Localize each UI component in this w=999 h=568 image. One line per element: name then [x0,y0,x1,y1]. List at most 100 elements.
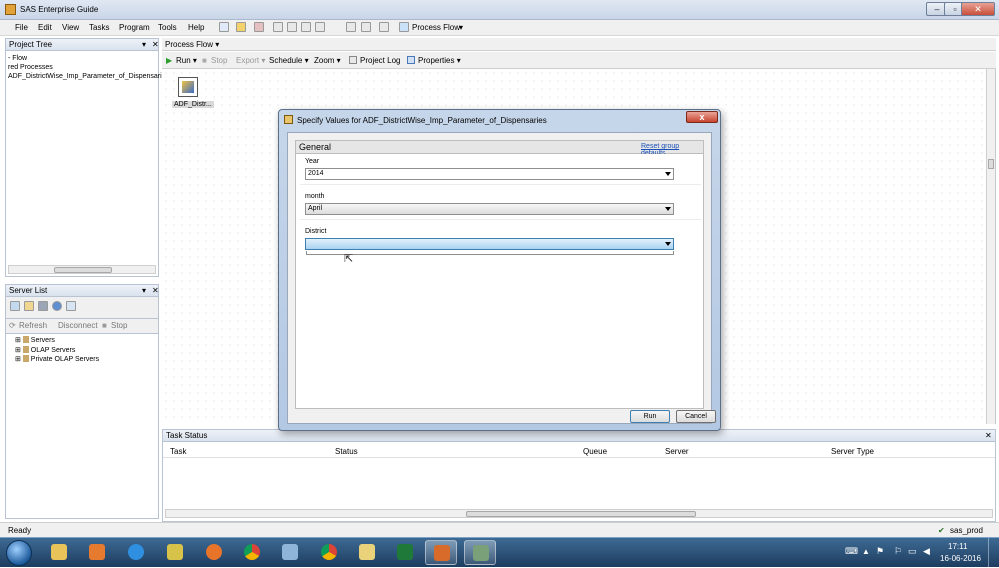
server-actions: ⟳ Refresh Disconnect ■ Stop [5,319,159,333]
district-combo[interactable] [305,238,674,250]
schedule-button[interactable]: Schedule ▾ [269,56,309,65]
menu-view[interactable]: View [62,23,79,32]
menu-program[interactable]: Program [119,23,150,32]
panel-close-icon[interactable]: ✕ [152,285,159,296]
undo-icon[interactable] [346,22,356,32]
column-task[interactable]: Task [170,447,186,456]
folder-icon[interactable] [24,301,34,311]
zoom-button[interactable]: Zoom ▾ [314,56,341,65]
column-status[interactable]: Status [335,447,358,456]
taskbar-sas-eg[interactable] [464,540,496,565]
chrome-icon [244,544,260,560]
server-icon[interactable] [10,301,20,311]
menu-file[interactable]: File [15,23,28,32]
start-button[interactable] [6,540,32,566]
taskbar-app7[interactable] [274,540,306,565]
menu-help[interactable]: Help [188,23,204,32]
copy-icon[interactable] [287,22,297,32]
refresh-button[interactable]: Refresh [19,321,47,330]
server-status-label[interactable]: sas_prod [950,526,983,535]
program-node-icon[interactable] [178,77,198,97]
chevron-down-icon[interactable]: ▾ [459,23,463,32]
globe-icon[interactable] [52,301,62,311]
taskbar-chrome2[interactable] [313,540,345,565]
scroll-thumb[interactable] [466,511,696,517]
taskbar-media[interactable] [81,540,113,565]
run-button[interactable]: Run ▾ [176,56,197,65]
volume-icon[interactable]: ◀ [923,546,930,557]
expand-icon[interactable]: ⊞ [15,347,21,354]
disconnect-button[interactable]: Disconnect [58,321,98,330]
dialog-close-button[interactable]: x [686,111,718,123]
column-server-type[interactable]: Server Type [831,447,874,456]
panel-menu-icon[interactable]: ▾ [142,39,146,50]
chevron-down-icon[interactable] [665,172,671,176]
new-icon[interactable] [219,22,229,32]
scroll-thumb[interactable] [54,267,112,273]
district-dropdown-list[interactable] [306,251,674,255]
keyboard-icon[interactable]: ⌨ [845,546,858,557]
project-tree-body: - Flow red Processes ADF_DistrictWise_Im… [5,51,169,277]
clock-date[interactable]: 16-06-2016 [940,554,981,563]
stop-button[interactable]: Stop [111,321,127,330]
export-button[interactable]: Export ▾ [236,56,265,65]
process-flow-menu[interactable]: Process Flow [412,23,460,32]
month-combo[interactable]: April [305,203,674,215]
taskbar-explorer[interactable] [43,540,75,565]
paste-icon[interactable] [301,22,311,32]
column-queue[interactable]: Queue [583,447,607,456]
tree-item[interactable]: red Processes [6,63,158,72]
delete-icon[interactable] [315,22,325,32]
year-combo[interactable]: 2014 [305,168,674,180]
menu-tools[interactable]: Tools [158,23,177,32]
run-button[interactable]: Run [630,410,670,423]
taskbar-ie[interactable] [120,540,152,565]
process-flow-icon[interactable] [399,22,409,32]
panel-close-icon[interactable]: ✕ [985,430,992,441]
show-desktop-button[interactable] [988,538,999,568]
tree-item[interactable]: ADF_DistrictWise_Imp_Parameter_of_Dispen… [6,72,169,81]
stop-button[interactable]: Stop [211,56,227,65]
display-icon[interactable]: ▭ [908,546,917,557]
chevron-down-icon[interactable] [665,207,671,211]
vertical-scrollbar[interactable] [986,69,995,424]
server-node[interactable]: ⊞ OLAP Servers [15,346,75,355]
project-log-button[interactable]: Project Log [360,56,400,65]
flag-icon[interactable]: ⚐ [894,546,902,557]
tray-expand-icon[interactable]: ▲ [862,547,870,556]
taskbar-app11[interactable] [425,540,457,565]
chevron-down-icon[interactable] [665,242,671,246]
taskbar-excel[interactable] [389,540,421,565]
menu-tasks[interactable]: Tasks [89,23,109,32]
close-button[interactable]: ✕ [961,2,995,16]
taskbar-firefox[interactable] [198,540,230,565]
network-icon[interactable]: ⚑ [876,546,884,557]
print-icon[interactable] [254,22,264,32]
cancel-button[interactable]: Cancel [676,410,716,423]
layout-icon[interactable] [379,22,389,32]
tree-item[interactable]: - Flow [6,54,158,63]
server-node[interactable]: ⊞ Private OLAP Servers [15,355,99,364]
horizontal-scrollbar[interactable] [165,509,993,518]
menu-edit[interactable]: Edit [38,23,52,32]
expand-icon[interactable]: ⊞ [15,356,21,363]
list-icon[interactable] [66,301,76,311]
open-icon[interactable] [236,22,246,32]
panel-menu-icon[interactable]: ▾ [142,285,146,296]
internet-explorer-icon [128,544,144,560]
clock-time[interactable]: 17:11 [948,542,967,551]
column-server[interactable]: Server [665,447,689,456]
expand-icon[interactable]: ⊞ [15,337,21,344]
program-node-label[interactable]: ADF_Distr... [172,101,214,108]
properties-button[interactable]: Properties ▾ [418,56,461,65]
panel-close-icon[interactable]: ✕ [152,39,159,50]
taskbar-app9[interactable] [351,540,383,565]
cut-icon[interactable] [273,22,283,32]
redo-icon[interactable] [361,22,371,32]
tab-process-flow[interactable]: Process Flow ▾ [165,40,219,49]
taskbar-app4[interactable] [159,540,191,565]
server-node[interactable]: ⊞ Servers [15,336,55,345]
grid-icon[interactable] [38,301,48,311]
taskbar-chrome[interactable] [236,540,268,565]
horizontal-scrollbar[interactable] [8,265,156,274]
